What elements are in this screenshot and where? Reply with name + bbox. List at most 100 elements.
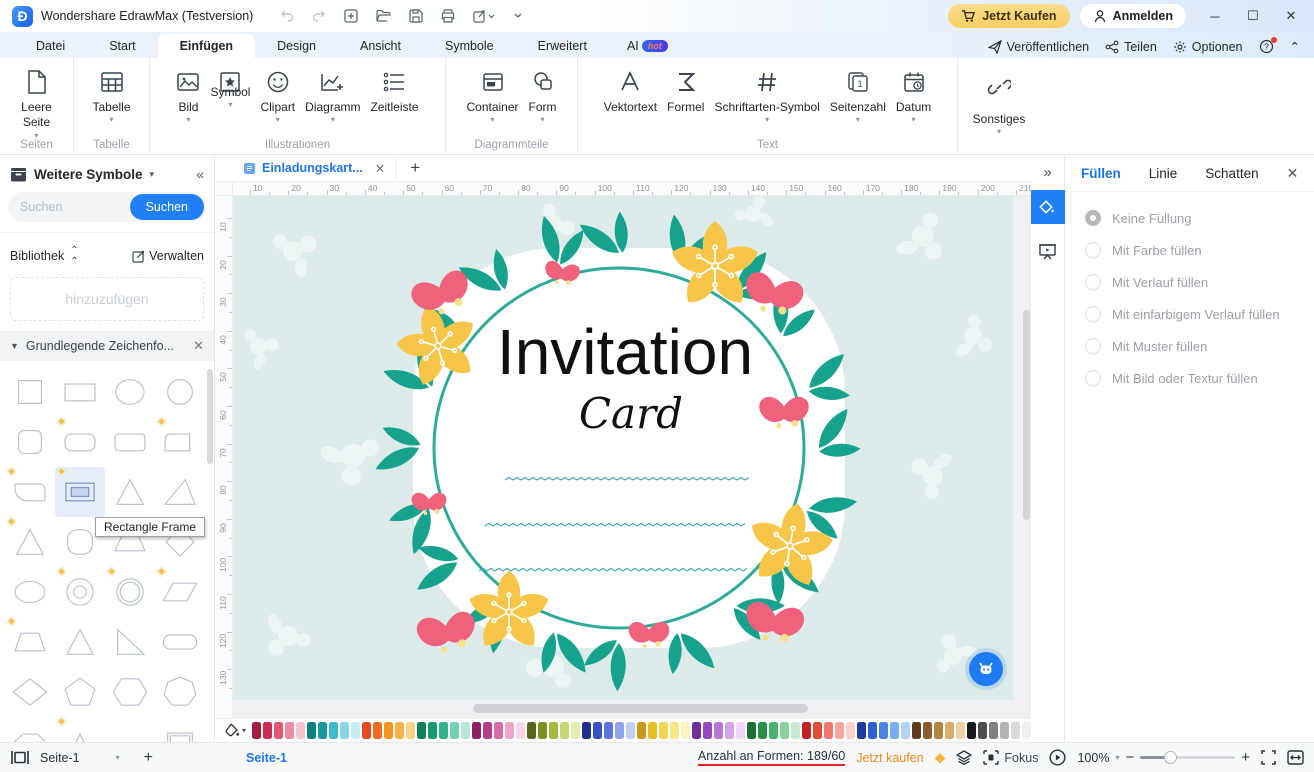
color-swatch[interactable] [307,722,316,739]
shapes-scrollbar[interactable] [207,369,213,464]
fill-color-button[interactable]: ▾ [225,723,246,738]
color-swatch[interactable] [1000,722,1009,739]
print-icon[interactable] [440,8,456,24]
page-number-button[interactable]: 1 Seitenzahl▾ [825,64,891,127]
zoom-out-button[interactable]: − [1125,749,1134,766]
color-swatch[interactable] [417,722,426,739]
fill-option[interactable]: Mit einfarbigem Verlauf füllen [1071,298,1308,330]
shape-cell-rounded-octagon[interactable] [5,717,55,742]
menu-tab-symbole[interactable]: Symbole [423,34,516,58]
color-swatch[interactable] [736,722,745,739]
color-swatch[interactable] [637,722,646,739]
menu-tab-start[interactable]: Start [87,34,157,58]
layers-icon[interactable] [956,750,972,765]
publish-button[interactable]: Veröffentlichen [988,40,1089,54]
close-section-icon[interactable]: ✕ [193,338,204,354]
tab-fuellen[interactable]: Füllen [1081,166,1121,181]
color-swatch[interactable] [582,722,591,739]
shape-cell-double-wave[interactable] [105,717,155,742]
color-swatch[interactable] [703,722,712,739]
color-swatch[interactable] [912,722,921,739]
zoom-slider-knob[interactable] [1164,751,1177,764]
color-swatch[interactable] [351,722,360,739]
document-tab[interactable]: Einladungskart... ✕ [233,155,396,181]
color-swatch[interactable] [384,722,393,739]
color-swatch[interactable] [538,722,547,739]
color-swatch[interactable] [813,722,822,739]
shape-cell-rectangle-frame[interactable] [55,467,105,517]
color-swatch[interactable] [923,722,932,739]
color-swatch[interactable] [934,722,943,739]
undo-icon[interactable] [279,8,295,24]
color-swatch[interactable] [670,722,679,739]
close-tab-icon[interactable]: ✕ [375,161,385,176]
toolbar-more-icon[interactable] [512,10,524,22]
zoom-in-button[interactable]: + [1241,749,1250,766]
color-swatch[interactable] [560,722,569,739]
shape-cell-circle[interactable] [155,367,205,417]
canvas-page[interactable]: InvitationCard [233,196,1013,700]
color-swatch[interactable] [758,722,767,739]
formula-button[interactable]: Formel [662,64,709,117]
shape-cell-stadium[interactable] [155,617,205,667]
shape-cell-diamond[interactable] [5,667,55,717]
shape-cell-rounded-square[interactable] [5,417,55,467]
menu-tab-ansicht[interactable]: Ansicht [338,34,423,58]
color-swatch[interactable] [857,722,866,739]
color-swatch[interactable] [747,722,756,739]
zoom-level[interactable]: 100% [1077,751,1109,765]
fullscreen-icon[interactable] [1261,750,1276,765]
misc-button[interactable]: Sonstiges▾ [968,64,1031,139]
color-swatch[interactable] [472,722,481,739]
shape-section-header[interactable]: ▼ Grundlegende Zeichenfo... ✕ [0,331,214,361]
focus-button[interactable]: Fokus [983,750,1038,765]
color-swatch[interactable] [692,722,701,739]
color-swatch[interactable] [318,722,327,739]
color-swatch[interactable] [450,722,459,739]
radio-icon[interactable] [1085,210,1101,226]
export-icon[interactable] [472,8,496,24]
color-swatch[interactable] [615,722,624,739]
color-swatch[interactable] [252,722,261,739]
minimize-button[interactable]: ─ [1200,3,1230,29]
color-swatch[interactable] [516,722,525,739]
color-swatch[interactable] [549,722,558,739]
color-swatch[interactable] [604,722,613,739]
color-swatch[interactable] [868,722,877,739]
color-swatch[interactable] [835,722,844,739]
container-button[interactable]: Container▾ [461,64,523,127]
search-input[interactable] [20,200,130,214]
symbol-button[interactable]: Symbol▾ [205,64,255,112]
ai-assistant-button[interactable] [969,652,1003,686]
color-swatch[interactable] [989,722,998,739]
radio-icon[interactable] [1085,242,1101,258]
share-button[interactable]: Teilen [1105,40,1157,54]
color-swatch[interactable] [901,722,910,739]
color-swatch[interactable] [945,722,954,739]
shape-cell-pentagon[interactable] [55,667,105,717]
collapse-ribbon-icon[interactable]: ⌃ [1290,39,1300,54]
color-swatch[interactable] [648,722,657,739]
color-swatch[interactable] [263,722,272,739]
color-swatch[interactable] [406,722,415,739]
menu-tab-ai[interactable]: AIhot [609,34,678,58]
shape-cell-trapezoid-2[interactable] [5,617,55,667]
shape-button[interactable]: Form▾ [524,64,562,127]
add-page-button[interactable]: + [144,749,153,767]
fill-option[interactable]: Mit Verlauf füllen [1071,266,1308,298]
color-swatch[interactable] [428,722,437,739]
radio-icon[interactable] [1085,274,1101,290]
date-button[interactable]: Datum▾ [891,64,936,127]
color-swatch[interactable] [626,722,635,739]
color-swatch[interactable] [329,722,338,739]
vector-text-button[interactable]: Vektortext [599,64,662,117]
collapse-all-icon[interactable]: ⌃⌃ [70,245,76,267]
shape-cell-heptagon[interactable] [155,667,205,717]
shape-cell-isosceles-triangle[interactable] [5,517,55,567]
open-file-icon[interactable] [375,8,392,24]
menu-tab-erweitert[interactable]: Erweitert [516,34,609,58]
page-selector[interactable]: Seite-1 [40,751,80,765]
manage-library-button[interactable]: Verwalten [132,249,204,263]
color-swatch[interactable] [483,722,492,739]
color-swatch[interactable] [769,722,778,739]
